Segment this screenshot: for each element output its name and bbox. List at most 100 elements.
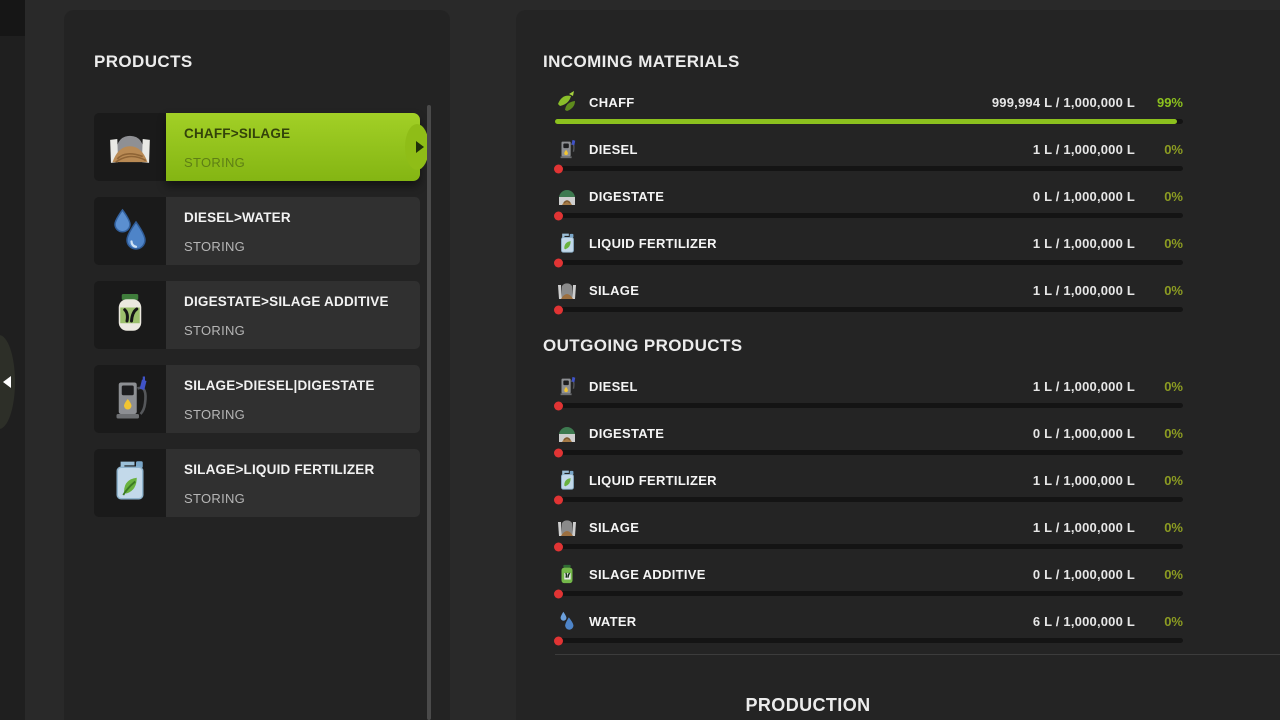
material-row-diesel: DIESEL 1 L / 1,000,000 L 0%	[554, 135, 1183, 173]
product-item-digestate-silage-additive[interactable]: DIGESTATE>SILAGE ADDITIVE STORING	[94, 281, 420, 349]
material-percent: 0%	[1164, 519, 1183, 535]
empty-dot-icon	[554, 589, 563, 598]
silage-additive-icon	[555, 562, 579, 586]
product-name: CHAFF>SILAGE	[184, 126, 291, 141]
material-label: DIESEL	[589, 378, 638, 394]
material-label: SILAGE	[589, 282, 640, 298]
material-row-digestate: DIGESTATE 0 L / 1,000,000 L 0%	[554, 182, 1183, 220]
empty-dot-icon	[554, 258, 563, 267]
product-body: DIGESTATE>SILAGE ADDITIVE STORING	[166, 281, 420, 349]
material-label: CHAFF	[589, 94, 635, 110]
product-list: CHAFF>SILAGE STORING DIESEL>WATER STORIN…	[94, 113, 429, 517]
material-amount: 1 L / 1,000,000 L	[1032, 519, 1135, 535]
product-body: SILAGE>LIQUID FERTILIZER STORING	[166, 449, 420, 517]
material-label: SILAGE	[589, 519, 640, 535]
material-row-liquid-fertilizer: LIQUID FERTILIZER 1 L / 1,000,000 L 0%	[554, 229, 1183, 267]
material-percent: 0%	[1164, 566, 1183, 582]
material-percent: 0%	[1164, 613, 1183, 629]
materials-panel: INCOMING MATERIALS CHAFF 999,994 L / 1,0…	[516, 10, 1280, 720]
material-label: WATER	[589, 613, 637, 629]
silage-heap-icon	[555, 278, 579, 302]
material-amount: 1 L / 1,000,000 L	[1032, 378, 1135, 394]
product-name: DIGESTATE>SILAGE ADDITIVE	[184, 294, 389, 309]
product-body: SILAGE>DIESEL|DIGESTATE STORING	[166, 365, 420, 433]
capacity-bar	[554, 589, 1183, 598]
product-status: STORING	[184, 323, 246, 338]
empty-dot-icon	[554, 305, 563, 314]
incoming-rows: CHAFF 999,994 L / 1,000,000 L 99% DIESEL…	[554, 88, 1183, 314]
production-title: PRODUCTION	[745, 695, 871, 715]
product-item-silage-liquid-fertilizer[interactable]: SILAGE>LIQUID FERTILIZER STORING	[94, 449, 420, 517]
product-item-diesel-water[interactable]: DIESEL>WATER STORING	[94, 197, 420, 265]
capacity-bar	[554, 211, 1183, 220]
liquid-fertilizer-icon	[555, 468, 579, 492]
production-screen: PRODUCTS CHAFF>SILAGE STORING DIESEL>WAT…	[0, 0, 1280, 720]
material-row-liquid-fertilizer-out: LIQUID FERTILIZER 1 L / 1,000,000 L 0%	[554, 466, 1183, 504]
material-row-diesel-out: DIESEL 1 L / 1,000,000 L 0%	[554, 372, 1183, 410]
silage-heap-icon	[555, 515, 579, 539]
material-row-chaff: CHAFF 999,994 L / 1,000,000 L 99%	[555, 88, 1183, 124]
material-label: LIQUID FERTILIZER	[589, 472, 717, 488]
product-status: STORING	[184, 155, 246, 170]
product-name: DIESEL>WATER	[184, 210, 291, 225]
material-amount: 1 L / 1,000,000 L	[1032, 472, 1135, 488]
empty-dot-icon	[554, 211, 563, 220]
material-amount: 6 L / 1,000,000 L	[1032, 613, 1135, 629]
product-body: CHAFF>SILAGE STORING	[166, 113, 420, 181]
capacity-bar	[554, 258, 1183, 267]
material-amount: 0 L / 1,000,000 L	[1032, 566, 1135, 582]
products-title: PRODUCTS	[94, 52, 193, 71]
material-percent: 0%	[1164, 235, 1183, 251]
material-amount: 999,994 L / 1,000,000 L	[991, 94, 1135, 110]
product-status: STORING	[184, 239, 246, 254]
diesel-pump-icon	[555, 374, 579, 398]
selected-bump	[405, 124, 429, 170]
chaff-icon	[555, 90, 579, 114]
material-amount: 1 L / 1,000,000 L	[1032, 282, 1135, 298]
capacity-bar	[554, 401, 1183, 410]
product-item-silage-diesel-digestate[interactable]: SILAGE>DIESEL|DIGESTATE STORING	[94, 365, 420, 433]
outgoing-rows: DIESEL 1 L / 1,000,000 L 0% DIGESTATE 0 …	[554, 372, 1183, 645]
digestate-dome-icon	[555, 184, 579, 208]
product-name: SILAGE>DIESEL|DIGESTATE	[184, 378, 375, 393]
product-body: DIESEL>WATER STORING	[166, 197, 420, 265]
material-label: DIGESTATE	[589, 188, 665, 204]
material-percent: 0%	[1164, 378, 1183, 394]
products-scrollbar[interactable]	[427, 105, 431, 720]
page-left-arrow-icon	[3, 376, 11, 388]
liquid-fertilizer-icon	[555, 231, 579, 255]
material-label: DIESEL	[589, 141, 638, 157]
bar-fill	[555, 119, 1177, 124]
product-status: STORING	[184, 407, 246, 422]
material-label: SILAGE ADDITIVE	[589, 566, 706, 582]
material-percent: 0%	[1164, 282, 1183, 298]
product-status: STORING	[184, 491, 246, 506]
empty-dot-icon	[554, 495, 563, 504]
empty-dot-icon	[554, 164, 563, 173]
material-row-silage: SILAGE 1 L / 1,000,000 L 0%	[554, 276, 1183, 314]
material-percent: 99%	[1156, 94, 1183, 110]
material-amount: 0 L / 1,000,000 L	[1032, 188, 1135, 204]
capacity-bar	[554, 636, 1183, 645]
capacity-bar	[554, 164, 1183, 173]
outgoing-products-title: OUTGOING PRODUCTS	[543, 336, 743, 355]
jerry-can-leaf-icon	[94, 449, 166, 517]
product-name: SILAGE>LIQUID FERTILIZER	[184, 462, 375, 477]
material-percent: 0%	[1164, 141, 1183, 157]
material-percent: 0%	[1164, 425, 1183, 441]
product-item-chaff-silage[interactable]: CHAFF>SILAGE STORING	[94, 113, 429, 181]
fuel-pump-icon	[94, 365, 166, 433]
section-divider	[555, 654, 1280, 655]
digestate-dome-icon	[555, 421, 579, 445]
incoming-materials-title: INCOMING MATERIALS	[543, 52, 740, 71]
material-row-digestate-out: DIGESTATE 0 L / 1,000,000 L 0%	[554, 419, 1183, 457]
water-drops-icon	[94, 197, 166, 265]
bunker-silo-icon	[94, 113, 166, 181]
water-drop-icon	[555, 609, 579, 633]
empty-dot-icon	[554, 636, 563, 645]
material-percent: 0%	[1164, 188, 1183, 204]
empty-dot-icon	[554, 542, 563, 551]
capacity-bar	[554, 448, 1183, 457]
material-percent: 0%	[1164, 472, 1183, 488]
capacity-bar	[554, 305, 1183, 314]
